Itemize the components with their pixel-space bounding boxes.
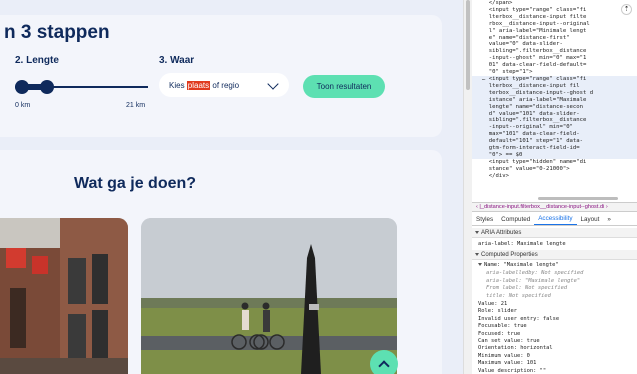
devtools-panel: </span> <input type="range" class="fi lt… — [472, 0, 637, 374]
code-line[interactable]: <input type="hidden" name="di — [482, 159, 637, 166]
computed-property-line: Value description: "" — [478, 367, 547, 374]
length-label: 2. Lengte — [15, 55, 59, 66]
name-value: Name: "Maximale lengte" — [484, 262, 559, 268]
tab-layout[interactable]: Layout — [577, 216, 604, 223]
code-line[interactable]: … <input type="range" class="fi — [472, 75, 637, 83]
computed-property-line: Focusable: true — [478, 323, 527, 330]
street-photo[interactable] — [0, 218, 128, 374]
triangle-down-icon — [475, 252, 479, 256]
code-line[interactable]: rbox__distance-input--original — [482, 21, 637, 28]
dom-breadcrumb[interactable]: ‹ |_distance-input.filterbox__distance-i… — [472, 202, 637, 212]
slider-thumb-max[interactable] — [40, 80, 54, 94]
code-line[interactable]: -input--ghost" min="0" max="1 — [482, 55, 637, 62]
code-line[interactable]: lterbox__distance-input fil — [472, 82, 637, 90]
devtools-tabs: Styles Computed Accessibility Layout» — [472, 213, 637, 226]
inspect-icon[interactable]: ⇡ — [621, 4, 632, 15]
content-title: Wat ga je doen? — [73, 175, 197, 192]
code-line[interactable]: stance" value="0-21000"> — [482, 166, 637, 173]
code-line[interactable]: istance" aria-label="Maximale — [472, 96, 637, 104]
code-line[interactable]: </div> — [482, 173, 637, 180]
tab-[interactable]: » — [603, 216, 615, 223]
km-max-label: 21 km — [126, 102, 146, 109]
cycling-photo[interactable] — [141, 218, 397, 374]
code-line[interactable]: lterbox__distance-input filte — [482, 14, 637, 21]
select-text-before: Kies — [169, 80, 187, 90]
code-line[interactable]: <input type="range" class="fi — [482, 7, 637, 14]
code-line[interactable]: l" aria-label="Minimale lengt — [482, 28, 637, 35]
page-scrollbar-thumb[interactable] — [466, 0, 470, 90]
where-label: 3. Waar — [159, 55, 195, 66]
tab-accessibility[interactable]: Accessibility — [534, 213, 577, 225]
tab-computed[interactable]: Computed — [497, 216, 534, 223]
computed-property-line: Role: slider — [478, 308, 517, 315]
code-line[interactable]: max="101" data-clear-field- — [472, 131, 637, 139]
code-line[interactable]: sibling=".filterbox__distance — [482, 48, 637, 55]
aria-attributes-title: ARIA Attributes — [481, 230, 522, 236]
computed-property-line: Maximum value: 101 — [478, 360, 537, 367]
computed-properties-title: Computed Properties — [481, 252, 538, 258]
code-line[interactable]: sibling=".filterbox__distance — [472, 117, 637, 125]
km-min-label: 0 km — [15, 102, 31, 109]
web-page: n 3 stappen 2. Lengte 3. Waar 0 km 21 km… — [0, 0, 463, 374]
elements-code: </span> <input type="range" class="fi lt… — [472, 0, 637, 196]
code-line[interactable]: gtm-form-interact-field-id= — [472, 145, 637, 152]
name-source-line: aria-labelledby: Not specified — [486, 270, 584, 276]
code-line[interactable]: 01" data-clear-field-default= — [482, 62, 637, 69]
aria-attributes-header[interactable]: ARIA Attributes — [472, 228, 637, 238]
code-line[interactable]: default="101" step="1" data- — [472, 138, 637, 146]
distance-slider[interactable] — [15, 80, 148, 94]
street-photo-graphic — [0, 218, 128, 374]
name-source-line: From label: Not specified — [486, 285, 568, 292]
chevron-up-icon — [378, 360, 390, 372]
computed-property-line: Can set value: true — [478, 338, 540, 344]
chevron-down-icon — [267, 78, 279, 90]
show-results-button[interactable]: Toon resultaten — [303, 75, 385, 98]
page-scrollbar[interactable] — [463, 0, 472, 374]
computed-property-line: Value: 21 — [478, 301, 508, 307]
filter-title: n 3 stappen — [4, 22, 110, 43]
computed-property-line: Invalid user entry: false — [478, 315, 560, 322]
code-line[interactable]: value="0" data-slider- — [482, 41, 637, 48]
triangle-down-icon — [475, 230, 479, 234]
code-line[interactable]: </span> — [482, 0, 637, 7]
code-line[interactable]: terbox__distance-input--ghost d — [472, 89, 637, 97]
code-scrollbar[interactable] — [538, 197, 618, 200]
name-line[interactable]: Name: "Maximale lengte" — [478, 262, 559, 268]
tab-styles[interactable]: Styles — [472, 216, 497, 223]
place-select[interactable]: Kies plaats of regio — [159, 73, 289, 97]
cycling-photo-graphic — [141, 218, 397, 374]
code-line[interactable]: -input--original" min="0" — [472, 124, 637, 132]
name-source-line: aria-label: "Maximale lengte" — [486, 277, 581, 284]
code-line[interactable]: "0"> == $0 — [472, 151, 637, 159]
code-line[interactable]: "0" step="1"> — [482, 69, 637, 76]
code-line[interactable]: e" name="distance-first" — [482, 35, 637, 42]
select-text-highlight: plaats — [186, 80, 211, 90]
computed-property-line: Focused: true — [478, 330, 521, 337]
scroll-to-top-button[interactable] — [370, 350, 398, 374]
triangle-down-icon — [478, 263, 482, 266]
computed-properties-header[interactable]: Computed Properties — [472, 250, 637, 260]
name-source-line: title: Not specified — [486, 292, 551, 299]
slider-thumb-min[interactable] — [15, 80, 29, 94]
computed-property-line: Orientation: horizontal — [478, 345, 553, 352]
code-line[interactable]: lengte" name="distance-secon — [472, 103, 637, 111]
select-text-after: of regio — [210, 80, 240, 90]
code-line[interactable]: d" value="101" data-slider- — [472, 110, 637, 118]
aria-label-line: aria-label: Maximale lengte — [478, 241, 566, 247]
computed-property-line: Minimum value: 0 — [478, 352, 530, 359]
